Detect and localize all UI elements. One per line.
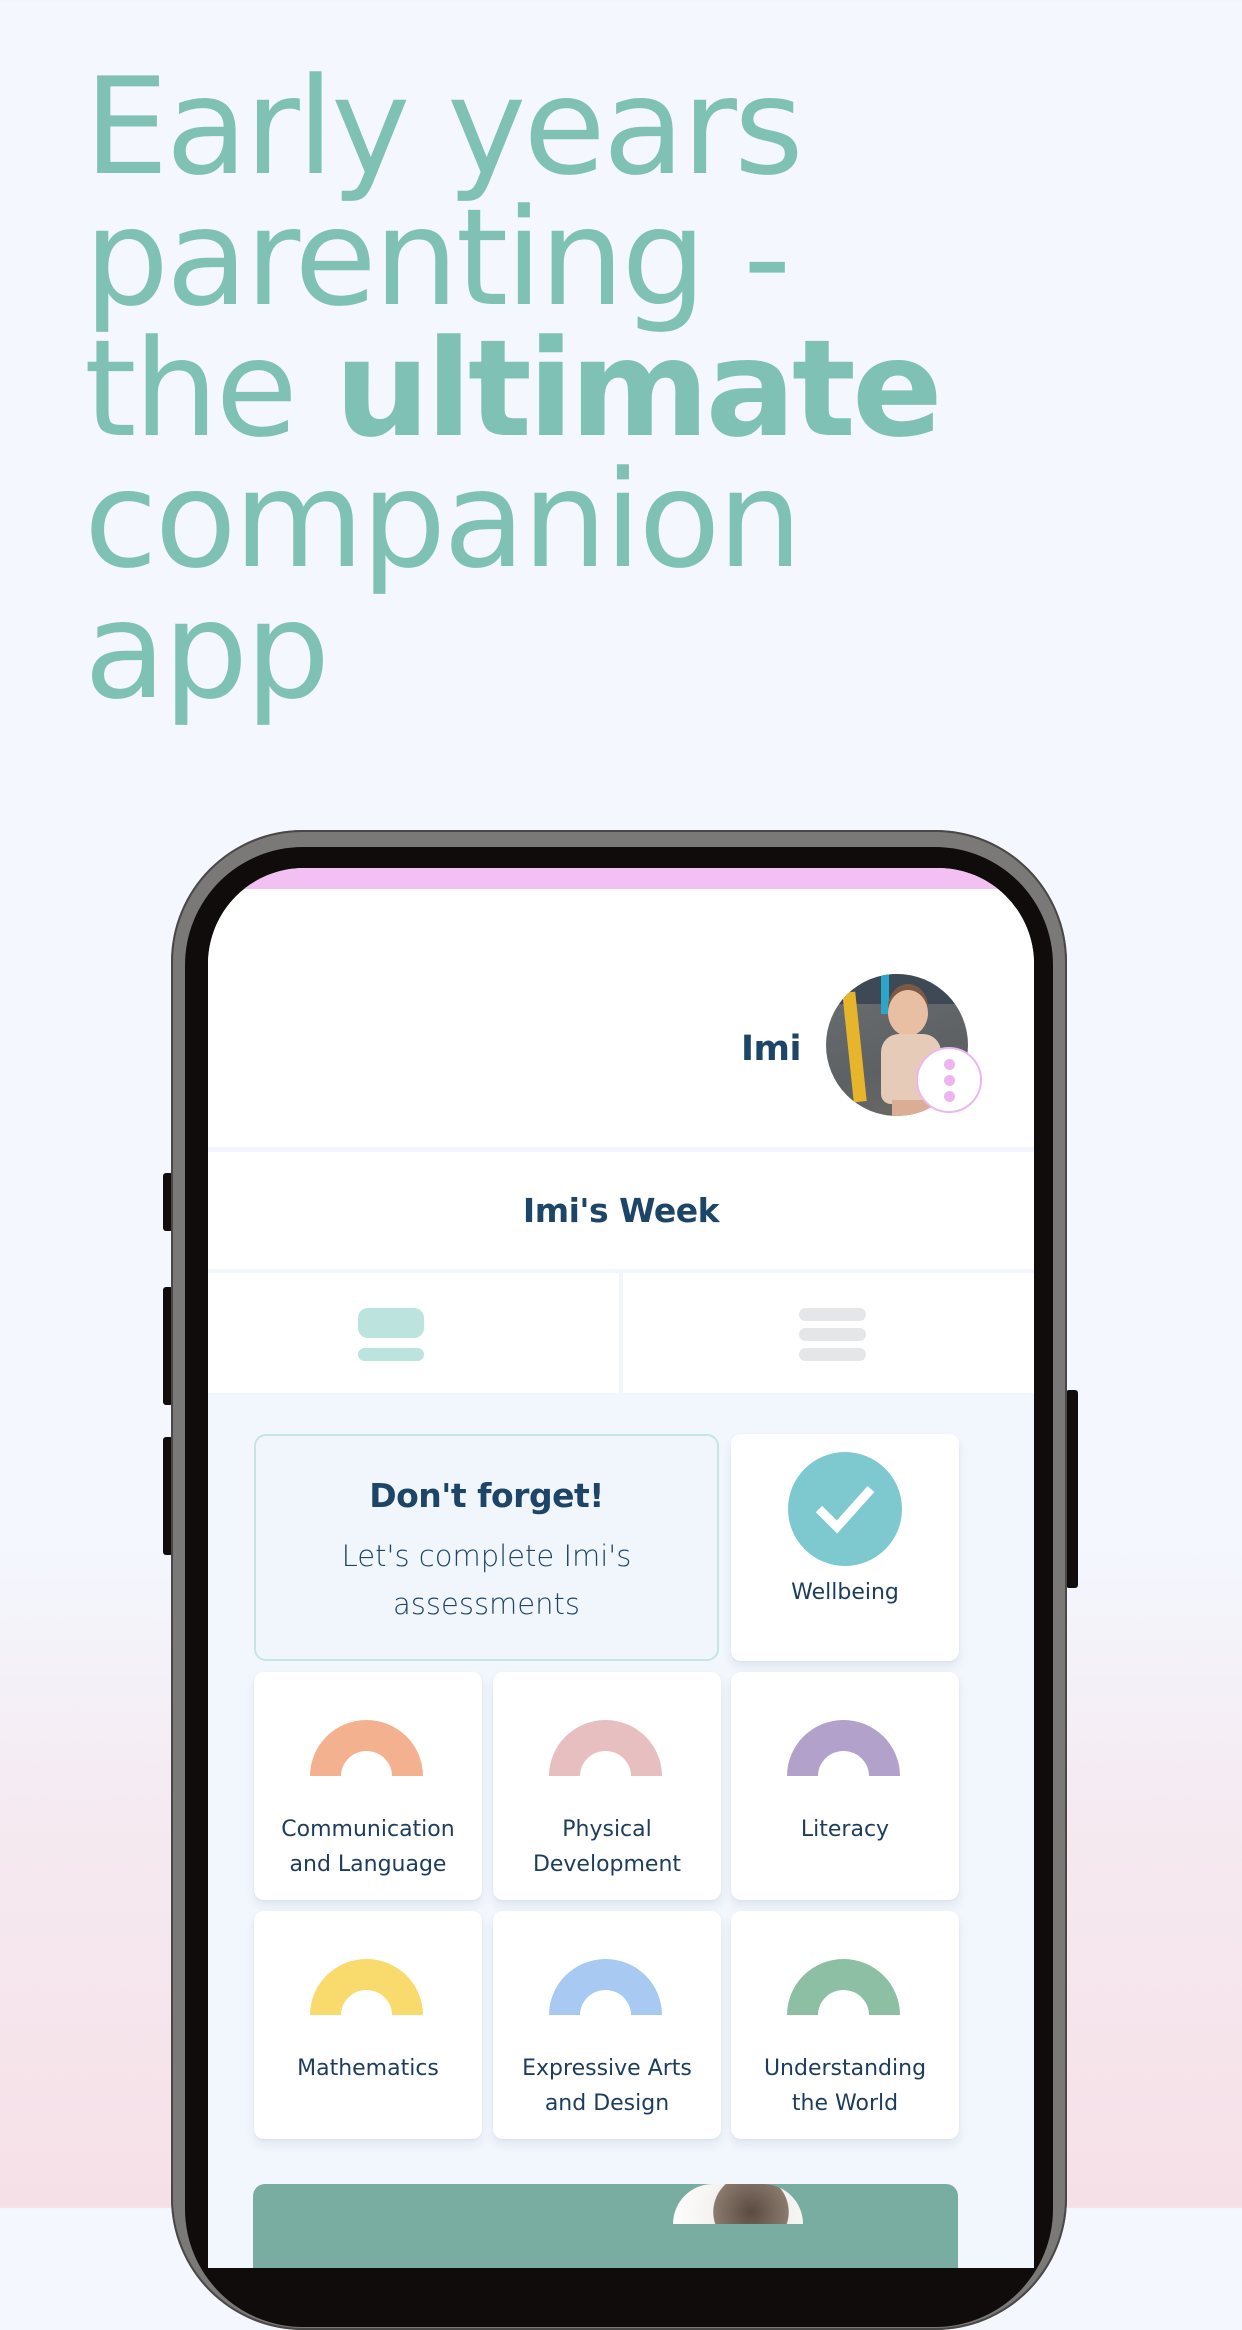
more-vertical-icon[interactable] — [916, 1047, 982, 1113]
rainbow-arc-icon — [310, 1959, 423, 2015]
menu-dot — [943, 1090, 955, 1102]
avatar-photo-pole — [842, 991, 867, 1103]
week-header: Imi's Week — [208, 1152, 1034, 1273]
view-tabs — [208, 1273, 1034, 1393]
avatar-photo-head — [888, 990, 928, 1036]
menu-dot — [943, 1074, 955, 1086]
card-view-icon-bar — [358, 1348, 424, 1361]
tab-list-view[interactable] — [619, 1273, 1034, 1393]
rainbow-arc-shape — [787, 1720, 900, 1776]
area-card-literacy[interactable]: Literacy — [731, 1672, 959, 1900]
headline-line-4: companion — [84, 442, 802, 598]
reminder-title: Don't forget! — [369, 1476, 604, 1515]
headline-line-1: Early years — [84, 49, 804, 205]
rainbow-arc-icon — [549, 1720, 662, 1776]
headline-line-2: parenting - — [84, 180, 791, 336]
rainbow-arc-icon — [310, 1720, 423, 1776]
area-card-understanding-the-world[interactable]: Understanding the World — [731, 1911, 959, 2139]
rainbow-arc-shape — [787, 1959, 900, 2015]
area-label: Physical Development — [532, 1817, 682, 1877]
area-label: Mathematics — [297, 2056, 439, 2081]
area-label: Literacy — [800, 1817, 890, 1842]
area-label: Wellbeing — [791, 1580, 899, 1605]
profile-header: Imi — [208, 889, 1034, 1152]
rainbow-arc-icon — [787, 1959, 900, 2015]
phone-screen: Imi Imi's Week Don't forget! Let's compl… — [208, 868, 1034, 2268]
reminder-body: Let's complete Imi's assessments — [341, 1539, 632, 1621]
status-strip — [208, 868, 1034, 889]
promo-banner[interactable] — [253, 2184, 958, 2268]
list-view-icon-bar — [799, 1348, 866, 1361]
check-circle-icon — [788, 1452, 902, 1566]
rainbow-arc-shape — [310, 1720, 423, 1776]
rainbow-arc-icon — [549, 1959, 662, 2015]
area-card-communication-and-language[interactable]: Communication and Language — [254, 1672, 482, 1900]
rainbow-arc-shape — [549, 1959, 662, 2015]
area-label: Communication and Language — [281, 1817, 455, 1877]
area-card-expressive-arts-and-design[interactable]: Expressive Arts and Design — [493, 1911, 721, 2139]
area-card-physical-development[interactable]: Physical Development — [493, 1672, 721, 1900]
rainbow-arc-shape — [310, 1959, 423, 2015]
headline-line-3: the ultimate — [84, 322, 943, 456]
assessment-grid: Don't forget! Let's complete Imi's asses… — [208, 1393, 1034, 2268]
headline-line-5: app — [84, 573, 330, 729]
reminder-card[interactable]: Don't forget! Let's complete Imi's asses… — [254, 1434, 719, 1661]
tab-cards-view[interactable] — [208, 1273, 619, 1393]
rainbow-arc-icon — [787, 1720, 900, 1776]
list-view-icon — [799, 1308, 866, 1361]
list-view-icon-bar — [799, 1308, 866, 1321]
banner-photo — [673, 2184, 803, 2224]
area-card-mathematics[interactable]: Mathematics — [254, 1911, 482, 2139]
area-label: Expressive Arts and Design — [522, 2056, 692, 2116]
menu-dot — [943, 1058, 955, 1070]
rainbow-arc-shape — [549, 1720, 662, 1776]
headline: Early years parenting - the ultimate com… — [84, 49, 943, 729]
card-view-icon — [358, 1308, 424, 1361]
checkmark-icon — [815, 1485, 875, 1534]
week-title: Imi's Week — [522, 1191, 720, 1230]
area-label: Understanding the World — [763, 2056, 927, 2116]
list-view-icon-bar — [799, 1328, 866, 1341]
child-name: Imi — [741, 1029, 802, 1069]
phone-power-button — [1066, 1390, 1078, 1588]
area-card-wellbeing[interactable]: Wellbeing — [731, 1434, 959, 1661]
card-view-icon-block — [358, 1308, 424, 1338]
